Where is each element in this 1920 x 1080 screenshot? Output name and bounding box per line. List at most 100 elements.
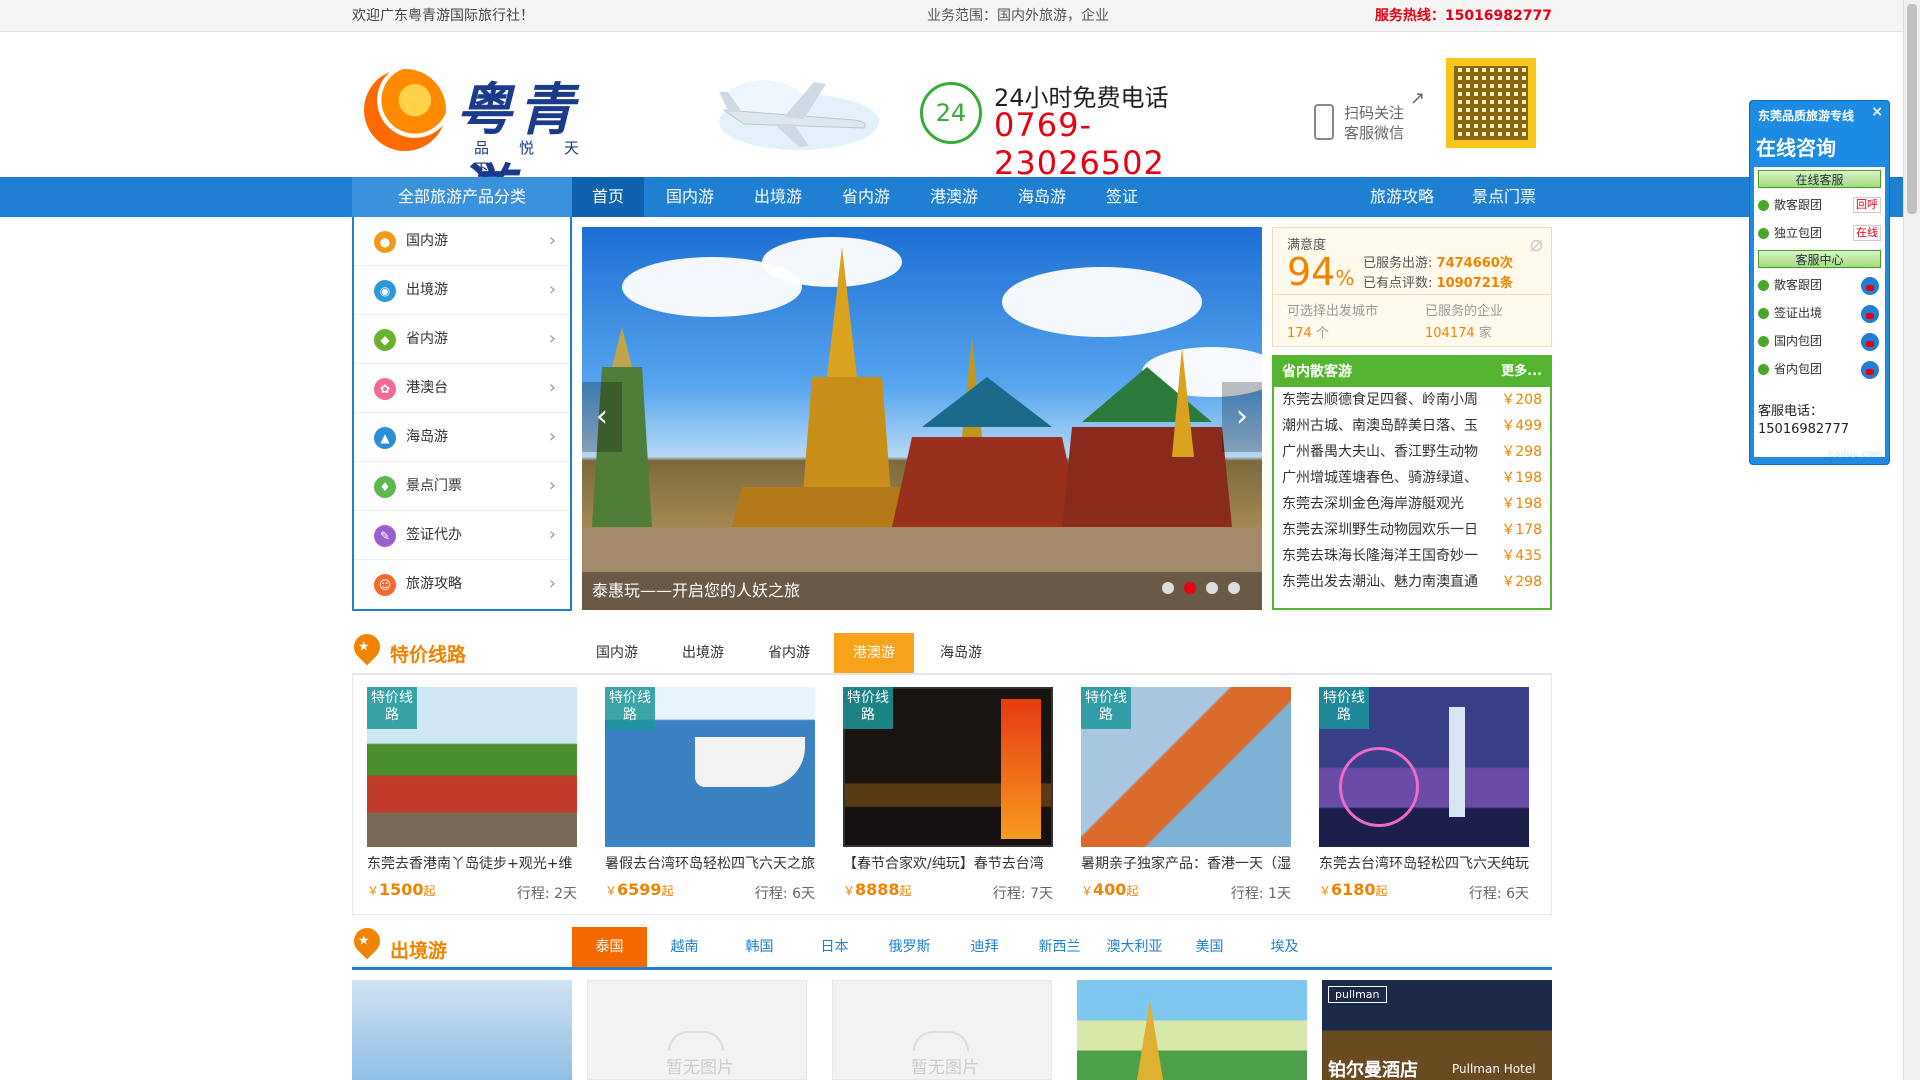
online-badge[interactable]: 在线 bbox=[1853, 225, 1881, 241]
site-logo[interactable]: 粤青游 品悦天下 bbox=[364, 65, 634, 224]
outbound-tab-korea[interactable]: 韩国 bbox=[722, 927, 797, 967]
all-categories-button[interactable]: 全部旅游产品分类 bbox=[352, 177, 572, 217]
banner-dot[interactable] bbox=[1162, 582, 1174, 594]
service-hotline: 服务热线：15016982777 bbox=[1374, 8, 1552, 24]
tour-item[interactable]: 广州增城莲塘春色、骑游绿道、 ￥198 bbox=[1274, 465, 1550, 491]
temple-illustration bbox=[582, 247, 1262, 610]
category-label: 港澳台 bbox=[406, 380, 448, 396]
nav-province[interactable]: 省内游 bbox=[826, 177, 906, 217]
outbound-tab-dubai[interactable]: 迪拜 bbox=[947, 927, 1022, 967]
outbound-card[interactable] bbox=[1077, 980, 1307, 1080]
nav-tickets[interactable]: 景点门票 bbox=[1456, 177, 1552, 217]
category-visa[interactable]: ✎ 签证代办 › bbox=[354, 511, 570, 560]
24h-phone-icon: 24 bbox=[920, 82, 982, 144]
outbound-tab-australia[interactable]: 澳大利亚 bbox=[1097, 927, 1172, 967]
special-tab-domestic[interactable]: 国内游 bbox=[577, 633, 657, 673]
category-domestic[interactable]: ● 国内游 › bbox=[354, 217, 570, 266]
cities-label: 可选择出发城市 bbox=[1287, 304, 1379, 319]
category-province[interactable]: ◆ 省内游 › bbox=[354, 315, 570, 364]
service-row[interactable]: 独立包团 在线 bbox=[1754, 219, 1885, 247]
outbound-tab-thailand[interactable]: 泰国 bbox=[572, 927, 647, 967]
no-image-text: 暂无图片 bbox=[911, 1058, 979, 1078]
outbound-tab-usa[interactable]: 美国 bbox=[1172, 927, 1247, 967]
tour-item[interactable]: 潮州古城、南澳岛醉美日落、玉 ￥499 bbox=[1274, 413, 1550, 439]
close-icon[interactable]: × bbox=[1871, 104, 1883, 120]
banner-dot[interactable] bbox=[1228, 582, 1240, 594]
globe-icon: ◉ bbox=[374, 280, 396, 302]
qq-chat-icon[interactable] bbox=[1861, 333, 1879, 351]
outbound-tab-japan[interactable]: 日本 bbox=[797, 927, 872, 967]
category-tickets[interactable]: ♦ 景点门票 › bbox=[354, 462, 570, 511]
tour-item[interactable]: 东莞去珠海长隆海洋王国奇妙一 ￥435 bbox=[1274, 543, 1550, 569]
business-scope-marquee: 业务范围：国内外旅游，企业 bbox=[927, 8, 1109, 24]
hero-banner[interactable]: ‹ › 泰惠玩——开启您的人妖之旅 bbox=[582, 227, 1262, 610]
tour-item[interactable]: 东莞去深圳金色海岸游艇观光 ￥198 bbox=[1274, 491, 1550, 517]
special-tab-province[interactable]: 省内游 bbox=[749, 633, 829, 673]
category-outbound[interactable]: ◉ 出境游 › bbox=[354, 266, 570, 315]
nav-domestic[interactable]: 国内游 bbox=[650, 177, 730, 217]
deal-duration: 行程: 1天 bbox=[1230, 886, 1291, 902]
page-scrollbar[interactable] bbox=[1903, 0, 1920, 1080]
banner-dot[interactable] bbox=[1206, 582, 1218, 594]
service-center-button[interactable]: 客服中心 bbox=[1758, 250, 1881, 268]
more-link[interactable]: 更多... bbox=[1501, 357, 1542, 387]
hotline-number: 0769-23026502 bbox=[994, 106, 1165, 182]
outbound-card[interactable]: pullman 铂尔曼酒店 Pullman Hotel bbox=[1322, 980, 1552, 1080]
category-menu: ● 国内游 › ◉ 出境游 › ◆ 省内游 › ✿ 港澳台 › ▲ 海岛游 › … bbox=[352, 217, 572, 611]
special-badge: 特价线路 bbox=[367, 687, 417, 729]
category-hk-macau-tw[interactable]: ✿ 港澳台 › bbox=[354, 364, 570, 413]
special-tab-outbound[interactable]: 出境游 bbox=[663, 633, 743, 673]
chevron-right-icon: › bbox=[548, 475, 556, 496]
qq-chat-icon[interactable] bbox=[1861, 277, 1879, 295]
deal-card[interactable]: 特价线路 东莞去台湾环岛轻松四飞六天纯玩 ￥6180起 行程: 6天 bbox=[1319, 687, 1529, 907]
deal-card[interactable]: 特价线路 东莞去香港南丫岛徒步+观光+维 ￥1500起 行程: 2天 bbox=[367, 687, 577, 907]
deal-card[interactable]: 特价线路 【春节合家欢/纯玩】春节去台湾 ￥8888起 行程: 7天 bbox=[843, 687, 1053, 907]
service-row[interactable]: 省内包团 bbox=[1754, 355, 1885, 383]
tour-item[interactable]: 东莞去顺德食足四餐、岭南小周 ￥208 bbox=[1274, 387, 1550, 413]
category-island[interactable]: ▲ 海岛游 › bbox=[354, 413, 570, 462]
banner-prev-button[interactable]: ‹ bbox=[582, 382, 622, 452]
scrollbar-thumb[interactable] bbox=[1907, 4, 1917, 214]
banner-dot-active[interactable] bbox=[1184, 582, 1196, 594]
outbound-card[interactable]: 暂无图片 bbox=[587, 980, 807, 1080]
tour-item[interactable]: 东莞出发去潮汕、魅力南澳直通 ￥298 bbox=[1274, 569, 1550, 595]
service-row[interactable]: 散客跟团 bbox=[1754, 271, 1885, 299]
nav-outbound[interactable]: 出境游 bbox=[738, 177, 818, 217]
callback-badge[interactable]: 回呼 bbox=[1853, 197, 1881, 213]
tour-item[interactable]: 广州番禺大夫山、香江野生动物 ￥298 bbox=[1274, 439, 1550, 465]
online-service-button[interactable]: 在线客服 bbox=[1758, 170, 1881, 188]
outbound-card[interactable]: 暂无图片 bbox=[832, 980, 1052, 1080]
qq-chat-icon[interactable] bbox=[1861, 361, 1879, 379]
outbound-card[interactable] bbox=[352, 980, 572, 1080]
deal-card[interactable]: 特价线路 暑期亲子独家产品：香港一天（湿 ￥400起 行程: 1天 bbox=[1081, 687, 1291, 907]
outbound-tab-egypt[interactable]: 埃及 bbox=[1247, 927, 1322, 967]
special-tab-island[interactable]: 海岛游 bbox=[921, 633, 1001, 673]
outbound-tab-vietnam[interactable]: 越南 bbox=[647, 927, 722, 967]
service-row[interactable]: 签证出境 bbox=[1754, 299, 1885, 327]
deal-duration: 行程: 2天 bbox=[516, 886, 577, 902]
nav-island[interactable]: 海岛游 bbox=[1002, 177, 1082, 217]
nav-home[interactable]: 首页 bbox=[572, 177, 644, 217]
tour-item[interactable]: 东莞去深圳野生动物园欢乐一日 ￥178 bbox=[1274, 517, 1550, 543]
special-tab-hk-macau[interactable]: 港澳游 bbox=[834, 633, 914, 673]
service-header: 东莞品质旅游专线 × bbox=[1758, 104, 1883, 123]
nav-travel-guide[interactable]: 旅游攻略 bbox=[1352, 177, 1452, 217]
outbound-tab-russia[interactable]: 俄罗斯 bbox=[872, 927, 947, 967]
service-row[interactable]: 散客跟团 回呼 bbox=[1754, 191, 1885, 219]
mobile-phone-icon bbox=[1314, 104, 1334, 140]
banner-next-button[interactable]: › bbox=[1222, 382, 1262, 452]
hotel-name-en: Pullman Hotel bbox=[1452, 1062, 1536, 1076]
ticket-icon: ♦ bbox=[374, 476, 396, 498]
category-guide[interactable]: ☺ 旅游攻略 › bbox=[354, 560, 570, 609]
companies-label: 已服务的企业 bbox=[1425, 304, 1504, 319]
paperclip-icon: ⌀ bbox=[1529, 232, 1543, 257]
banner-pagination bbox=[1152, 582, 1240, 598]
deal-duration: 行程: 6天 bbox=[1468, 886, 1529, 902]
nav-visa[interactable]: 签证 bbox=[1090, 177, 1154, 217]
category-label: 出境游 bbox=[406, 282, 448, 298]
nav-hk-macau[interactable]: 港澳游 bbox=[914, 177, 994, 217]
service-row[interactable]: 国内包团 bbox=[1754, 327, 1885, 355]
outbound-tab-new-zealand[interactable]: 新西兰 bbox=[1022, 927, 1097, 967]
deal-card[interactable]: 特价线路 暑假去台湾环岛轻松四飞六天之旅 ￥6599起 行程: 6天 bbox=[605, 687, 815, 907]
qq-chat-icon[interactable] bbox=[1861, 305, 1879, 323]
